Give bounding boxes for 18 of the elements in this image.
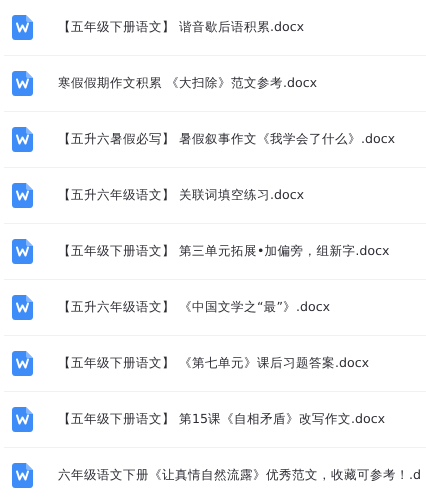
document-icon (12, 295, 33, 320)
file-name[interactable]: 【五年级下册语文】 《第七单元》课后习题答案.docx (58, 355, 370, 372)
file-name[interactable]: 【五年级下册语文】 第15课《自相矛盾》改写作文.docx (58, 411, 386, 428)
file-name[interactable]: 【五升六暑假必写】 暑假叙事作文《我学会了什么》.docx (58, 131, 396, 148)
file-name[interactable]: 【五年级下册语文】 谐音歇后语积累.docx (58, 19, 304, 36)
file-name[interactable]: 【五升六年级语文】 《中国文学之“最”》.docx (58, 299, 330, 316)
file-name[interactable]: 【五升六年级语文】 关联词填空练习.docx (58, 187, 304, 204)
file-name[interactable]: 【五年级下册语文】 第三单元拓展•加偏旁，组新字.docx (58, 243, 390, 260)
document-icon (12, 407, 33, 432)
document-icon (12, 71, 33, 96)
document-icon (12, 127, 33, 152)
file-name[interactable]: 六年级语文下册《让真情自然流露》优秀范文，收藏可参考！.d (58, 467, 421, 484)
document-icon (12, 15, 33, 40)
document-icon (12, 183, 33, 208)
document-icon (12, 239, 33, 264)
document-icon (12, 351, 33, 376)
file-name[interactable]: 寒假假期作文积累 《大扫除》范文参考.docx (58, 75, 318, 92)
document-icon (12, 463, 33, 488)
